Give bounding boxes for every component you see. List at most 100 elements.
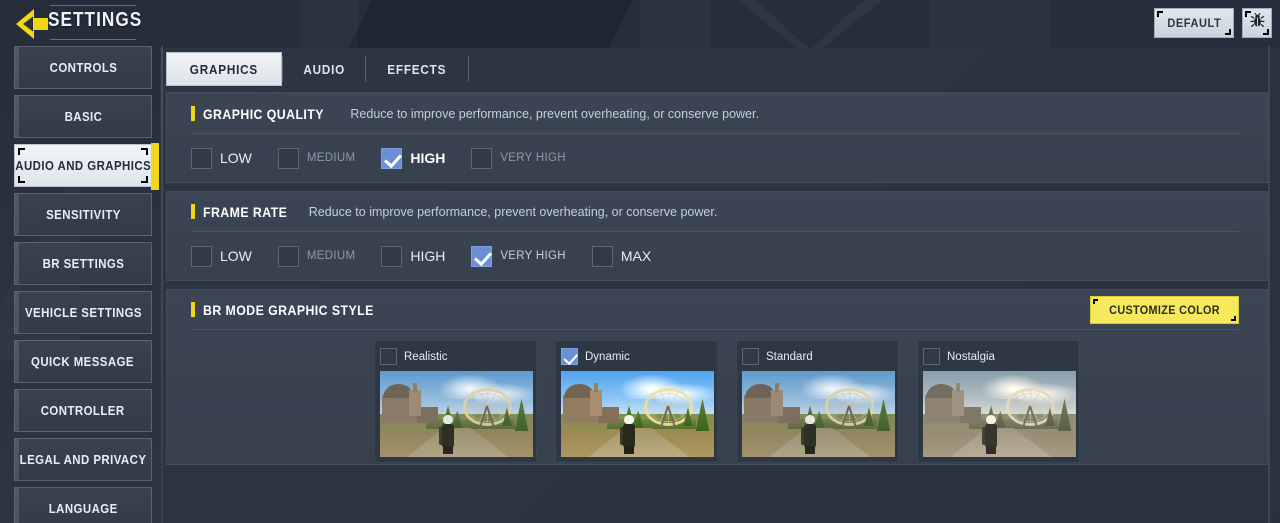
character-legs — [986, 445, 997, 454]
tab-label: GRAPHICS — [189, 61, 259, 77]
customize-color-label: CUSTOMIZE COLOR — [1109, 303, 1220, 317]
checkbox-icon[interactable] — [742, 348, 759, 365]
checkbox-checked-icon[interactable] — [471, 245, 493, 267]
frame-rate-options[interactable]: LOW MEDIUM HIGH VERY HIGH MAX — [179, 232, 1253, 280]
sidebar-item-audio-and-graphics[interactable]: AUDIO AND GRAPHICS — [14, 143, 159, 190]
sidebar-item-label: SENSITIVITY — [45, 207, 121, 222]
option-low[interactable]: LOW — [191, 147, 252, 169]
sidebar-item-vehicle-settings[interactable]: VEHICLE SETTINGS — [14, 291, 152, 334]
accent-tick-icon — [191, 302, 195, 317]
checkbox-checked-icon[interactable] — [381, 147, 403, 169]
graphic-style-cards[interactable]: Realistic Dynamic Standard Nostalgia — [179, 330, 1253, 463]
sidebar-item-label: BASIC — [64, 109, 102, 124]
page-title: SETTINGS — [48, 2, 158, 38]
sidebar-item-basic[interactable]: BASIC — [14, 95, 152, 138]
sidebar-item-label: LANGUAGE — [48, 501, 118, 516]
checkbox-icon[interactable] — [471, 147, 493, 169]
style-card-dynamic[interactable]: Dynamic — [555, 340, 718, 463]
character-body — [803, 423, 817, 449]
style-card-nostalgia[interactable]: Nostalgia — [917, 340, 1080, 463]
default-button[interactable]: DEFAULT — [1154, 8, 1234, 38]
helmet — [443, 414, 453, 425]
customize-color-button[interactable]: CUSTOMIZE COLOR — [1089, 296, 1239, 324]
default-button-label: DEFAULT — [1167, 16, 1221, 30]
style-card-realistic[interactable]: Realistic — [374, 340, 537, 463]
checkbox-icon[interactable] — [191, 245, 212, 267]
settings-sidebar[interactable]: CONTROLS BASIC AUDIO AND GRAPHICS SENSITIVI… — [0, 46, 160, 523]
sidebar-item-label: CONTROLLER — [41, 403, 125, 418]
option-label: LOW — [220, 150, 252, 166]
tab-label: AUDIO — [303, 61, 346, 77]
option-low[interactable]: LOW — [191, 245, 252, 267]
corner-bracket — [1263, 29, 1269, 35]
header-actions: DEFAULT — [1154, 8, 1272, 38]
accent-tick-icon — [191, 106, 195, 121]
option-very-high[interactable]: VERY HIGH — [471, 147, 566, 169]
tower-spire — [774, 383, 780, 392]
tab-effects[interactable]: EFFECTS — [366, 52, 468, 86]
tab-divider — [467, 56, 469, 82]
sidebar-item-br-settings[interactable]: BR SETTINGS — [14, 242, 152, 285]
checkbox-icon[interactable] — [923, 348, 940, 365]
sidebar-item-language[interactable]: LANGUAGE — [14, 487, 152, 523]
player-character — [799, 414, 822, 454]
graphic-quality-options[interactable]: LOW MEDIUM HIGH VERY HIGH — [179, 134, 1253, 182]
checkbox-icon[interactable] — [380, 348, 397, 365]
checkbox-checked-icon[interactable] — [561, 348, 578, 365]
option-high[interactable]: HIGH — [381, 147, 446, 169]
option-medium[interactable]: MEDIUM — [277, 245, 356, 267]
checkbox-icon[interactable] — [277, 147, 299, 169]
checkbox-icon[interactable] — [591, 245, 613, 267]
style-preview-image — [742, 371, 895, 457]
panel-header: FRAME RATE Reduce to improve performance… — [191, 192, 1239, 232]
style-card-standard[interactable]: Standard — [736, 340, 899, 463]
tab-graphics[interactable]: GRAPHICS — [166, 52, 282, 86]
panel-header: BR MODE GRAPHIC STYLE CUSTOMIZE COLOR — [191, 290, 1239, 330]
checkbox-icon[interactable] — [277, 245, 299, 267]
option-label: VERY HIGH — [500, 250, 566, 262]
bug-report-button[interactable] — [1242, 8, 1272, 38]
option-label: MAX — [620, 248, 652, 264]
title-rule — [50, 39, 136, 40]
panel-br-mode-graphic-style: BR MODE GRAPHIC STYLE CUSTOMIZE COLOR Re… — [166, 289, 1268, 465]
option-high[interactable]: HIGH — [381, 245, 445, 267]
panel-title: BR MODE GRAPHIC STYLE — [203, 301, 374, 318]
sidebar-item-controls[interactable]: CONTROLS — [14, 46, 152, 89]
tab-audio[interactable]: AUDIO — [283, 52, 365, 86]
sidebar-item-legal-and-privacy[interactable]: LEGAL AND PRIVACY — [14, 438, 152, 481]
option-very-high[interactable]: VERY HIGH — [471, 245, 566, 267]
accent-tick-icon — [191, 204, 195, 219]
corner-bracket — [141, 148, 148, 155]
option-label: VERY HIGH — [500, 152, 566, 164]
tab-bar[interactable]: GRAPHICS AUDIO EFFECTS — [166, 46, 1268, 93]
style-card-label: Nostalgia — [947, 350, 995, 363]
tab-label: EFFECTS — [387, 61, 447, 77]
style-card-header: Nostalgia — [923, 346, 1074, 367]
page-title-text: SETTINGS — [48, 9, 143, 31]
option-label: MEDIUM — [306, 250, 356, 262]
helmet — [624, 414, 634, 425]
sidebar-item-label: AUDIO AND GRAPHICS — [15, 158, 151, 173]
option-max[interactable]: MAX — [591, 245, 652, 267]
corner-bracket — [18, 148, 25, 155]
sidebar-item-quick-message[interactable]: QUICK MESSAGE — [14, 340, 152, 383]
sidebar-item-sensitivity[interactable]: SENSITIVITY — [14, 193, 152, 236]
bell-tower — [771, 389, 784, 416]
checkbox-icon[interactable] — [381, 245, 403, 267]
style-card-header: Dynamic — [561, 346, 712, 367]
character-body — [622, 423, 636, 449]
checkbox-icon[interactable] — [191, 147, 212, 169]
tower-spire — [412, 383, 418, 392]
panel-title: FRAME RATE — [203, 203, 288, 220]
sidebar-item-label: BR SETTINGS — [42, 256, 124, 271]
panel-frame-rate: FRAME RATE Reduce to improve performance… — [166, 191, 1268, 281]
tower-spire — [593, 383, 599, 392]
option-label: HIGH — [410, 150, 446, 166]
panel-subtitle: Reduce to improve performance, prevent o… — [308, 204, 718, 219]
style-preview-image — [380, 371, 533, 457]
content-scroll-edge[interactable] — [1268, 46, 1270, 523]
sidebar-item-label: CONTROLS — [49, 60, 117, 75]
option-medium[interactable]: MEDIUM — [277, 147, 355, 169]
sidebar-item-controller[interactable]: CONTROLLER — [14, 389, 152, 432]
style-card-label: Realistic — [404, 350, 448, 363]
